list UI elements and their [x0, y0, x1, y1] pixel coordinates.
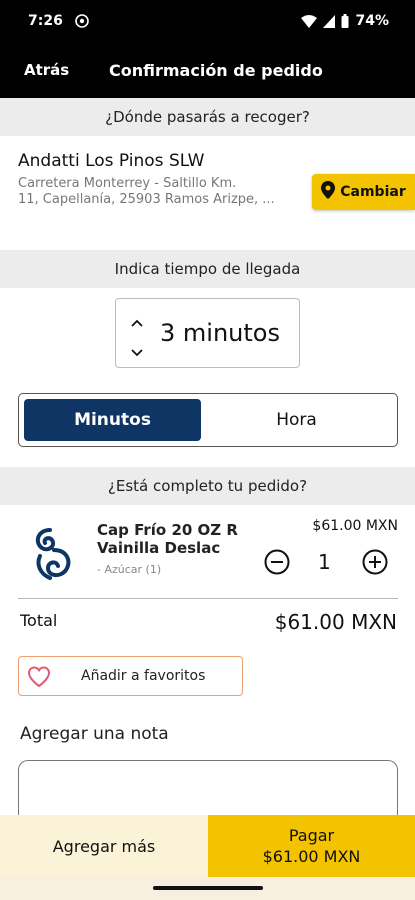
status-time: 7:26 — [28, 13, 63, 29]
pay-label: Pagar — [288, 826, 335, 845]
chevron-up-icon[interactable] — [130, 313, 144, 332]
heart-icon — [27, 666, 51, 692]
whatsapp-icon — [75, 14, 89, 28]
add-favorite-label: Añadir a favoritos — [81, 668, 206, 684]
quantity-value: 1 — [318, 550, 331, 574]
toggle-minutes[interactable]: Minutos — [24, 399, 201, 441]
app-bar: Atrás Confirmación de pedido — [0, 42, 415, 98]
status-bar: 7:26 74% — [0, 0, 415, 42]
store-address: Carretera Monterrey - Saltillo Km. 11, C… — [18, 176, 308, 208]
wifi-icon — [301, 14, 318, 28]
store-address-line2: 11, Capellanía, 25903 Ramos Arizpe, ... — [18, 192, 275, 207]
store-address-line1: Carretera Monterrey - Saltillo Km. — [18, 176, 237, 191]
battery-icon — [341, 14, 349, 28]
add-more-button[interactable]: Agregar más — [0, 815, 208, 877]
order-section-header: ¿Está completo tu pedido? — [0, 467, 415, 505]
arrival-section-header: Indica tiempo de llegada — [0, 250, 415, 288]
home-indicator[interactable] — [153, 886, 263, 890]
arrival-section-title: Indica tiempo de llegada — [114, 260, 301, 278]
increase-quantity-button[interactable] — [362, 549, 388, 579]
product-price: $61.00 MXN — [312, 518, 398, 534]
signal-icon — [323, 14, 336, 28]
pay-button[interactable]: Pagar $61.00 MXN — [208, 815, 415, 877]
system-nav-area — [0, 877, 415, 900]
add-favorite-button[interactable]: Añadir a favoritos — [18, 656, 243, 696]
back-button[interactable]: Atrás — [24, 61, 69, 79]
time-unit-toggle: Minutos Hora — [18, 393, 398, 447]
total-label: Total — [20, 611, 58, 630]
note-label: Agregar una nota — [20, 724, 169, 744]
arrival-time-value: 3 minutos — [160, 319, 280, 347]
location-pin-icon — [321, 181, 336, 203]
divider — [18, 598, 398, 599]
store-name: Andatti Los Pinos SLW — [18, 151, 205, 171]
bottom-action-bar: Agregar más Pagar $61.00 MXN — [0, 815, 415, 877]
toggle-hour[interactable]: Hora — [201, 399, 392, 441]
chevron-down-icon[interactable] — [130, 342, 144, 361]
change-store-button[interactable]: Cambiar — [312, 174, 415, 210]
change-store-label: Cambiar — [340, 184, 406, 200]
time-stepper[interactable] — [130, 313, 144, 361]
product-modifier: - Azúcar (1) — [97, 563, 162, 576]
pickup-section-header: ¿Dónde pasarás a recoger? — [0, 98, 415, 136]
pay-amount: $61.00 MXN — [262, 847, 361, 866]
total-value: $61.00 MXN — [274, 610, 397, 634]
page-title: Confirmación de pedido — [109, 60, 323, 80]
order-section-title: ¿Está completo tu pedido? — [107, 477, 308, 495]
decrease-quantity-button[interactable] — [264, 549, 290, 579]
battery-level: 74% — [355, 13, 389, 29]
arrival-time-picker[interactable]: 3 minutos — [115, 298, 300, 368]
pickup-section-title: ¿Dónde pasarás a recoger? — [105, 108, 310, 126]
product-logo-icon — [30, 524, 80, 582]
product-name: Cap Frío 20 OZ R Vainilla Deslac — [97, 521, 238, 557]
note-input[interactable] — [18, 760, 398, 820]
